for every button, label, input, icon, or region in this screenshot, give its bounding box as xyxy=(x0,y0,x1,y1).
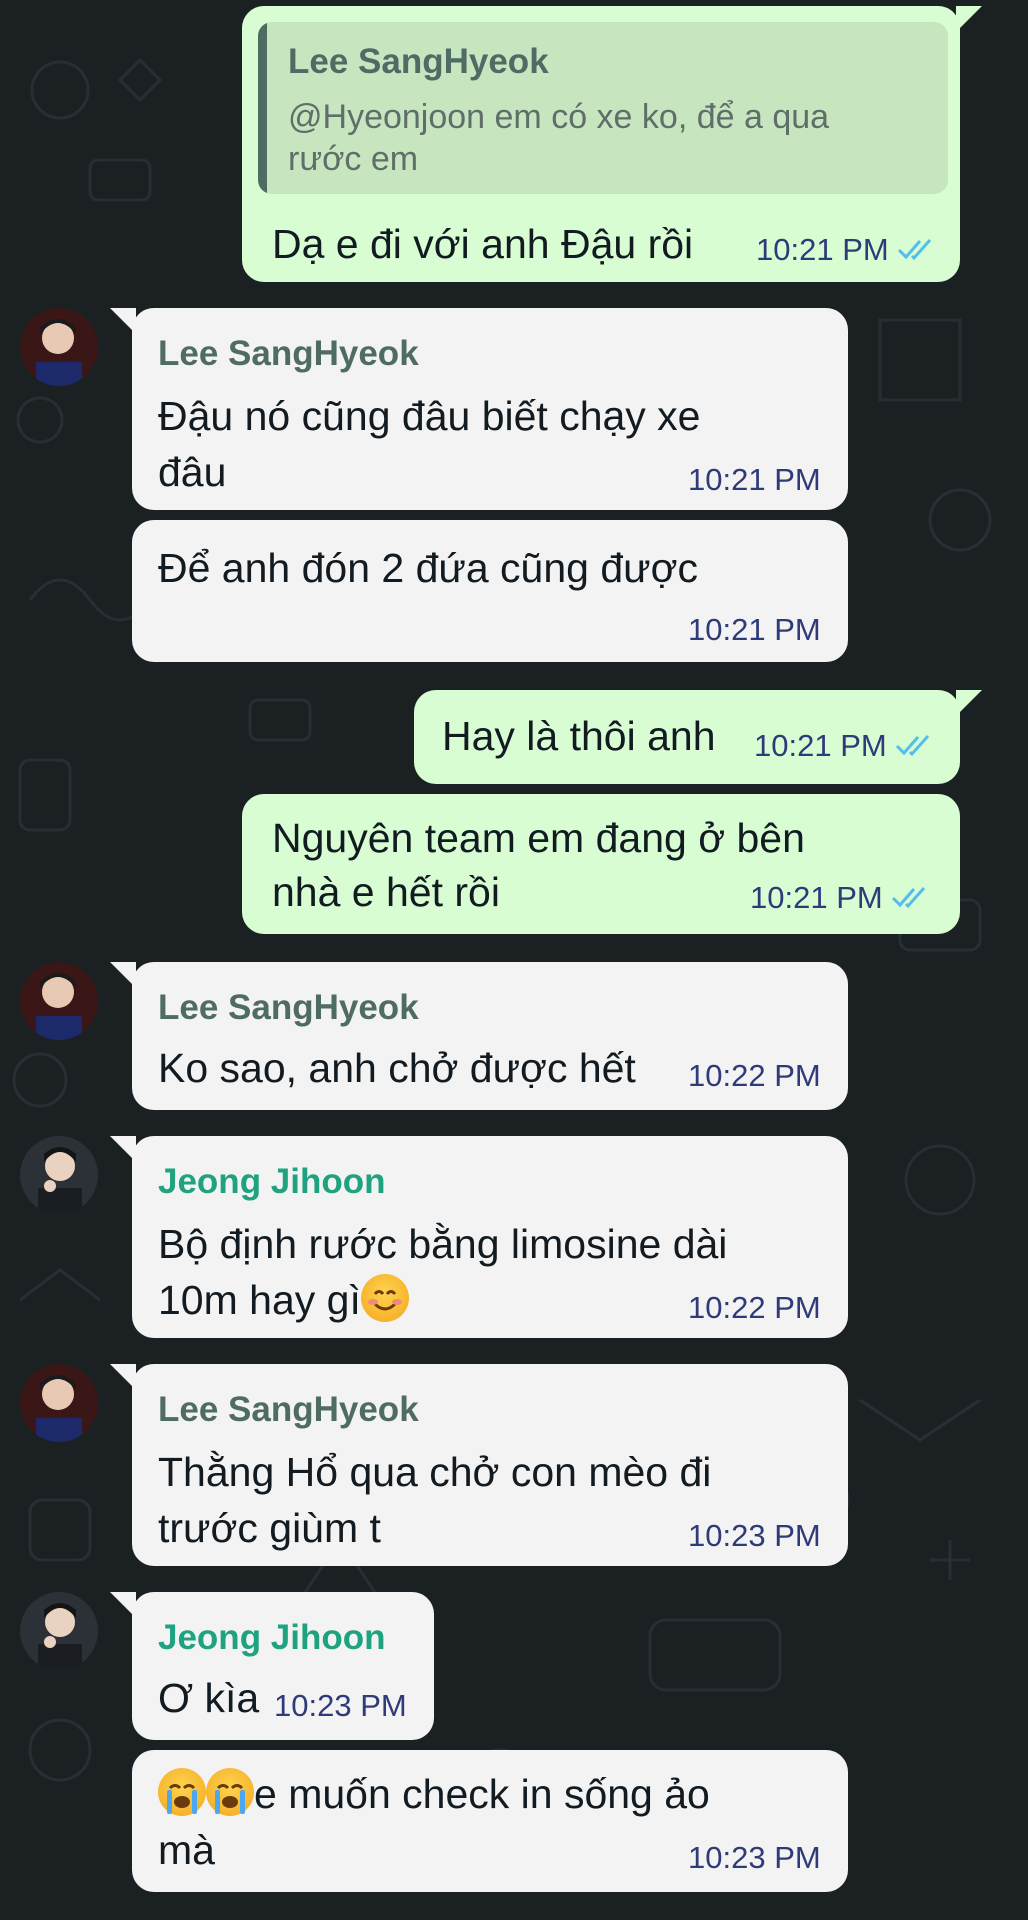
message-text-line: nhà e hết rồi xyxy=(272,869,500,915)
loudly-crying-emoji xyxy=(158,1768,206,1816)
smiling-face-emoji xyxy=(360,1274,409,1322)
avatar-lee-sanghyeok[interactable] xyxy=(20,962,98,1040)
message-bubble-incoming[interactable]: Để anh đón 2 đứa cũng được 10:21 PM xyxy=(132,520,848,662)
message-text-line: Thằng Hổ qua chở con mèo đi xyxy=(158,1449,712,1495)
message-time: 10:22 PM xyxy=(688,1058,821,1093)
bubble-tail xyxy=(110,308,136,334)
message-bubble-outgoing[interactable]: Hay là thôi anh 10:21 PM xyxy=(414,690,982,784)
message-text: Hay là thôi anh xyxy=(442,713,716,759)
bubble-tail xyxy=(110,962,136,988)
quote-text: @Hyeonjoon em có xe ko, để a qua rước em xyxy=(288,98,830,178)
message-text-line: mà xyxy=(158,1827,215,1873)
message-bubble-outgoing[interactable]: Nguyên team em đang ở bên nhà e hết rồi … xyxy=(242,794,960,934)
message-bubble-incoming[interactable]: Jeong Jihoon Bộ định rước bằng limosine … xyxy=(110,1136,848,1338)
quoted-reply[interactable]: Lee SangHyeok @Hyeonjoon em có xe ko, để… xyxy=(258,22,948,194)
bubble-tail xyxy=(110,1136,136,1162)
message-text: Dạ e đi với anh Đậu rồi xyxy=(272,221,694,267)
message-time: 10:21 PM xyxy=(688,612,821,647)
message-bubble-incoming[interactable]: Lee SangHyeok Đậu nó cũng đâu biết chạy … xyxy=(110,308,848,510)
quote-sender: Lee SangHyeok xyxy=(288,42,549,81)
message-time: 10:21 PM xyxy=(756,232,889,267)
message-text-line: Nguyên team em đang ở bên xyxy=(272,815,805,861)
bubble-tail xyxy=(110,1364,136,1390)
message-text-line: Đậu nó cũng đâu biết chạy xe xyxy=(158,393,701,439)
message-text-line: 10m hay gì xyxy=(158,1272,409,1328)
message-time: 10:23 PM xyxy=(688,1840,821,1875)
avatar-jeong-jihoon[interactable] xyxy=(20,1136,98,1214)
message-text-line: đâu xyxy=(158,449,227,495)
message-text-line: e muốn check in sống ảo xyxy=(158,1766,710,1822)
message-bubble-incoming[interactable]: e muốn check in sống ảo mà 10:23 PM xyxy=(132,1750,848,1892)
message-bubble-outgoing[interactable]: Lee SangHyeok @Hyeonjoon em có xe ko, để… xyxy=(242,6,982,282)
message-time: 10:22 PM xyxy=(688,1290,821,1325)
sender-name: Lee SangHyeok xyxy=(158,1390,419,1429)
message-time: 10:21 PM xyxy=(754,728,887,763)
message-bubble-incoming[interactable]: Lee SangHyeok Ko sao, anh chở được hết 1… xyxy=(110,962,848,1110)
bubble-tail xyxy=(110,1592,136,1618)
loudly-crying-emoji xyxy=(206,1768,254,1816)
message-text: Ko sao, anh chở được hết xyxy=(158,1045,636,1091)
bubble-tail xyxy=(956,6,982,32)
message-text-line-1: e muốn check in sống ảo xyxy=(254,1771,710,1817)
sender-name: Jeong Jihoon xyxy=(158,1162,386,1201)
message-time: 10:23 PM xyxy=(688,1518,821,1553)
read-receipt-icon xyxy=(897,239,932,261)
message-text-line-2: 10m hay gì xyxy=(158,1277,361,1323)
quote-accent-bar xyxy=(258,22,267,194)
read-receipt-icon xyxy=(891,887,926,909)
message-time: 10:21 PM xyxy=(750,880,883,915)
message-bubble-incoming[interactable]: Lee SangHyeok Thằng Hổ qua chở con mèo đ… xyxy=(110,1364,848,1566)
sender-name: Jeong Jihoon xyxy=(158,1618,386,1657)
message-bubble-incoming[interactable]: Jeong Jihoon Ơ kìa 10:23 PM xyxy=(110,1592,434,1740)
read-receipt-icon xyxy=(895,735,930,757)
sender-name: Lee SangHyeok xyxy=(158,334,419,373)
message-text: Để anh đón 2 đứa cũng được xyxy=(158,545,698,591)
avatar-jeong-jihoon[interactable] xyxy=(20,1592,98,1670)
message-time: 10:21 PM xyxy=(688,462,821,497)
sender-name: Lee SangHyeok xyxy=(158,988,419,1027)
message-text-line: Bộ định rước bằng limosine dài xyxy=(158,1221,728,1267)
message-text-line: trước giùm t xyxy=(158,1505,381,1551)
avatar-lee-sanghyeok[interactable] xyxy=(20,308,98,386)
avatar-lee-sanghyeok[interactable] xyxy=(20,1364,98,1442)
bubble-tail xyxy=(956,690,982,716)
message-text: Ơ kìa xyxy=(158,1675,260,1721)
message-time: 10:23 PM xyxy=(274,1688,407,1723)
